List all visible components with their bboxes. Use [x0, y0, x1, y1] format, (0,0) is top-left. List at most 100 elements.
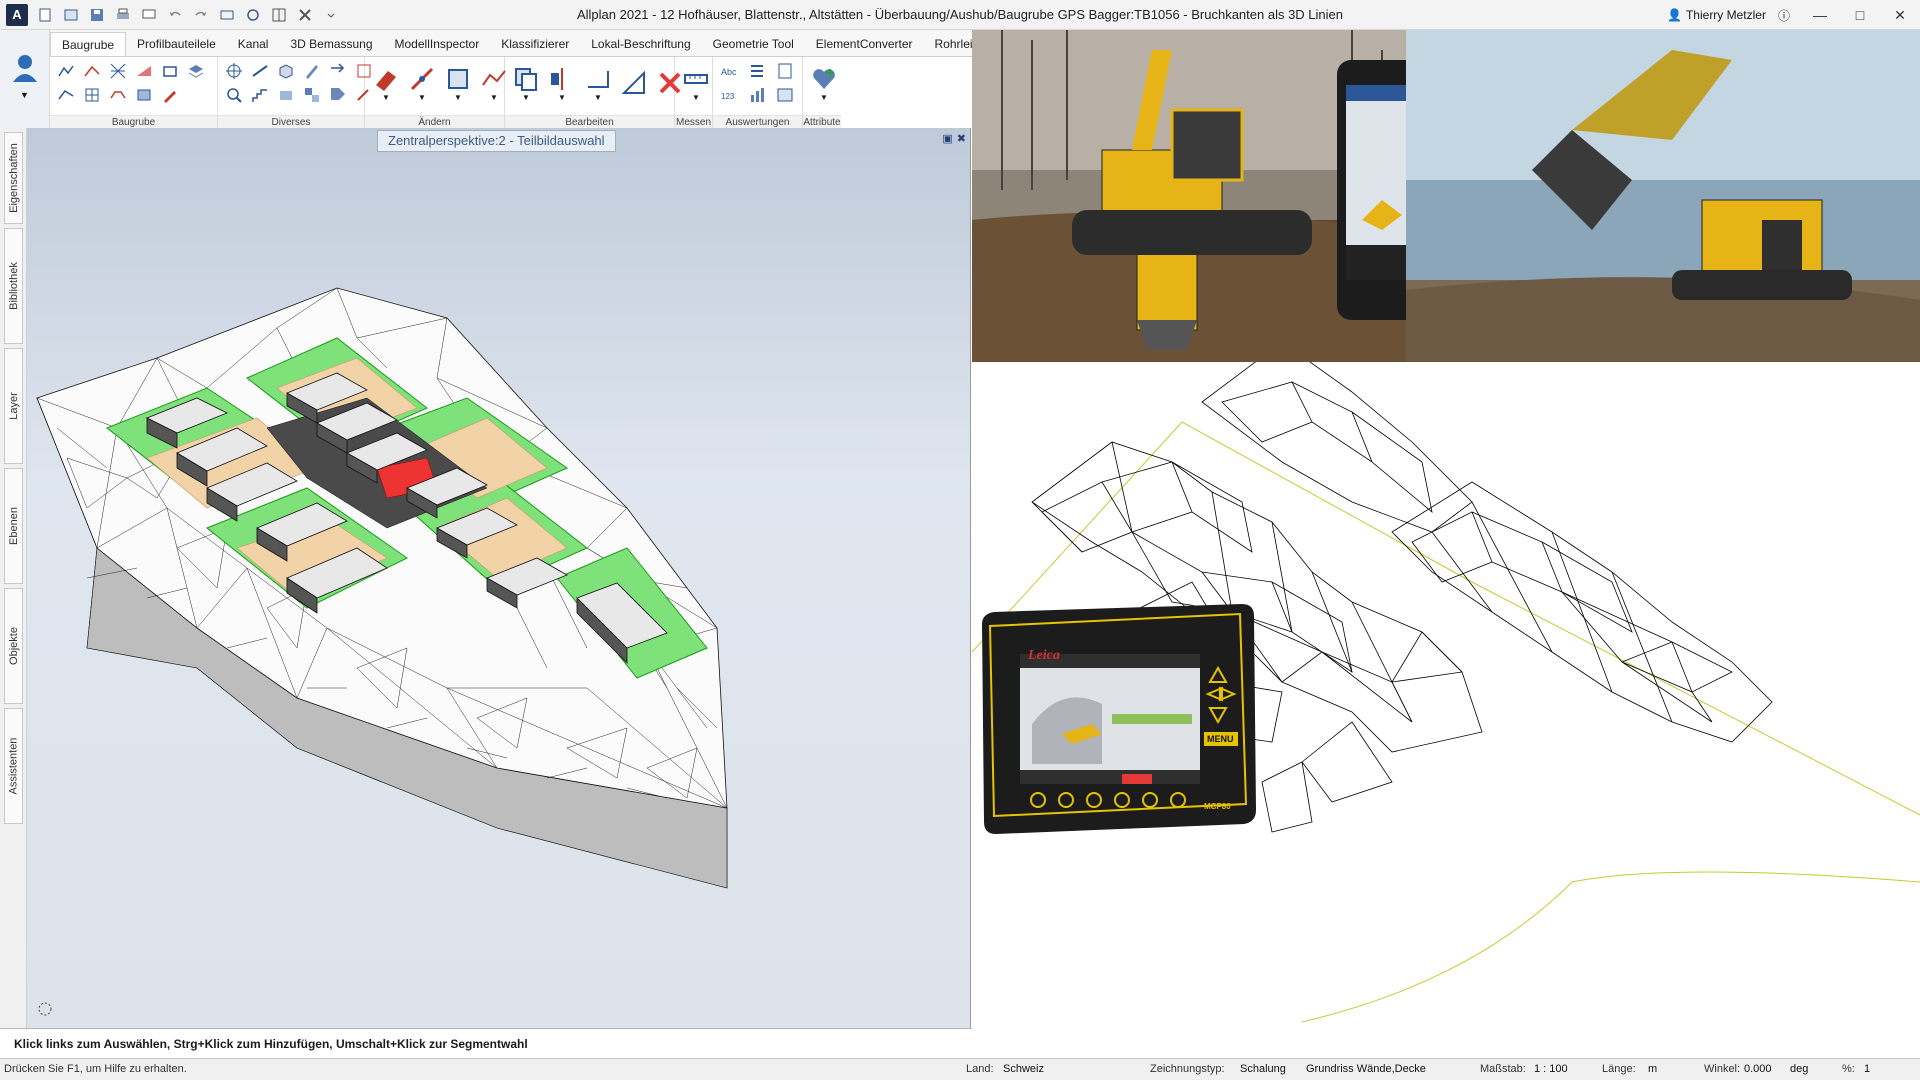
slope-icon[interactable]: [134, 61, 154, 81]
status-winkel-unit[interactable]: deg: [1790, 1063, 1808, 1075]
box-icon[interactable]: [276, 61, 296, 81]
list-icon[interactable]: [747, 61, 767, 81]
object-icon[interactable]: [276, 85, 296, 105]
terrain-icon[interactable]: [56, 61, 76, 81]
side-tab-label: Objekte: [7, 627, 20, 665]
maximize-button[interactable]: □: [1840, 0, 1880, 30]
status-massstab-label: Maßstab:: [1480, 1063, 1526, 1075]
mesh-icon[interactable]: [108, 61, 128, 81]
status-land-value[interactable]: Schweiz: [1003, 1063, 1044, 1075]
new-file-icon[interactable]: [34, 4, 56, 26]
help-icon[interactable]: ⓘ: [1778, 7, 1790, 24]
navigation-compass-icon[interactable]: [37, 1001, 53, 1020]
measure-icon[interactable]: ▼: [681, 61, 711, 105]
ribbon-user-button[interactable]: ▼: [0, 30, 50, 128]
open-project-icon[interactable]: [60, 4, 82, 26]
comment-icon[interactable]: [138, 4, 160, 26]
text-label-icon[interactable]: Abc: [719, 61, 739, 81]
line-icon[interactable]: [250, 61, 270, 81]
stairs-icon[interactable]: [250, 85, 270, 105]
refresh-icon[interactable]: [242, 4, 264, 26]
side-tab-eigenschaften[interactable]: Eigenschaften: [4, 132, 23, 224]
svg-text:123: 123: [721, 92, 735, 101]
undo-icon[interactable]: [164, 4, 186, 26]
numbering-icon[interactable]: 123: [719, 85, 739, 105]
layout-icon[interactable]: [268, 4, 290, 26]
modify-move-icon[interactable]: ▼: [443, 61, 473, 105]
group-baugrube: Baugrube: [50, 57, 218, 129]
surface-icon[interactable]: [56, 85, 76, 105]
customize-qat-icon[interactable]: [320, 4, 342, 26]
layers-icon[interactable]: [186, 61, 206, 81]
pit-icon[interactable]: [160, 61, 180, 81]
tab-modellinspector[interactable]: ModellInspector: [384, 32, 491, 56]
group-diverses: Diverses: [218, 57, 371, 129]
modify-eraser-icon[interactable]: ▼: [371, 61, 401, 105]
scale-icon[interactable]: [619, 61, 649, 105]
find-icon[interactable]: [224, 85, 244, 105]
status-massstab-value[interactable]: 1 : 100: [1534, 1063, 1568, 1075]
report-icon[interactable]: [775, 61, 795, 81]
volume-icon[interactable]: [134, 85, 154, 105]
excavator-photo-strip: [972, 30, 1920, 362]
redo-icon[interactable]: [190, 4, 212, 26]
terrain-model[interactable]: [27, 128, 971, 1028]
modify-point-icon[interactable]: ▼: [407, 61, 437, 105]
view-icon[interactable]: [216, 4, 238, 26]
side-tab-label: Eigenschaften: [7, 143, 20, 213]
svg-text:Abc: Abc: [721, 67, 737, 77]
tab-klassifizierer[interactable]: Klassifizierer: [490, 32, 580, 56]
edit-terrain-icon[interactable]: [160, 85, 180, 105]
rotate-icon[interactable]: ▼: [583, 61, 613, 105]
status-zeichnungstyp-value[interactable]: Schalung: [1240, 1063, 1286, 1075]
pencil-icon[interactable]: [302, 61, 322, 81]
side-tab-assistenten[interactable]: Assistenten: [4, 708, 23, 824]
group-label-messen: Messen: [675, 115, 712, 129]
group-label-attribute: Attribute: [803, 115, 841, 129]
component-icon[interactable]: [302, 85, 322, 105]
grid-icon[interactable]: [82, 85, 102, 105]
print-icon[interactable]: [112, 4, 134, 26]
status-winkel-value[interactable]: 0.000: [1744, 1063, 1772, 1075]
status-grundriss-value[interactable]: Grundriss Wände,Decke: [1306, 1063, 1426, 1075]
user-name-label: Thierry Metzler: [1685, 8, 1766, 22]
group-bearbeiten: ▼ ▼ ▼ Bearbeiten: [505, 57, 681, 129]
tag-icon[interactable]: [328, 85, 348, 105]
close-button[interactable]: ✕: [1880, 0, 1920, 30]
side-tab-objekte[interactable]: Objekte: [4, 588, 23, 704]
chart-icon[interactable]: [747, 85, 767, 105]
tab-baugrube[interactable]: Baugrube: [50, 32, 127, 56]
transfer-icon[interactable]: [328, 61, 348, 81]
status-prozent-value[interactable]: 1: [1864, 1063, 1870, 1075]
minimize-button[interactable]: —: [1800, 0, 1840, 30]
tab-geometrie-tool[interactable]: Geometrie Tool: [702, 32, 805, 56]
status-bar: Drücken Sie F1, um Hilfe zu erhalten. La…: [0, 1058, 1920, 1080]
status-laenge-value[interactable]: m: [1648, 1063, 1657, 1075]
tools-icon[interactable]: [294, 4, 316, 26]
side-tab-bibliothek[interactable]: Bibliothek: [4, 228, 23, 344]
tab-profilbauteilele[interactable]: Profilbauteilele: [126, 32, 227, 56]
group-label-diverses: Diverses: [218, 115, 364, 129]
quick-access-toolbar: [34, 4, 342, 26]
tab-kanal[interactable]: Kanal: [227, 32, 280, 56]
attribute-heart-icon[interactable]: ▼: [809, 61, 839, 105]
tab-elementconverter[interactable]: ElementConverter: [805, 32, 924, 56]
title-bar: A Allplan 2021 - 12 Hofhäuser, Blattenst…: [0, 0, 1920, 30]
save-icon[interactable]: [86, 4, 108, 26]
cross-section-icon[interactable]: [108, 85, 128, 105]
group-label-aendern: Ändern: [365, 115, 504, 129]
allplan-logo[interactable]: A: [6, 3, 28, 26]
legend-icon[interactable]: [775, 85, 795, 105]
breakline-icon[interactable]: [82, 61, 102, 81]
target-icon[interactable]: [224, 61, 244, 81]
tab-3d-bemassung[interactable]: 3D Bemassung: [279, 32, 383, 56]
side-tab-layer[interactable]: Layer: [4, 348, 23, 464]
user-account[interactable]: 👤 Thierry Metzler ⓘ: [1667, 7, 1790, 24]
side-tab-label: Ebenen: [7, 507, 20, 545]
side-tab-ebenen[interactable]: Ebenen: [4, 468, 23, 584]
mirror-icon[interactable]: ▼: [547, 61, 577, 105]
3d-viewport[interactable]: Zentralperspektive:2 - Teilbildauswahl ▣…: [27, 128, 971, 1028]
copy-icon[interactable]: ▼: [511, 61, 541, 105]
tab-lokal-beschriftung[interactable]: Lokal-Beschriftung: [580, 32, 701, 56]
side-tab-label: Bibliothek: [7, 262, 20, 310]
